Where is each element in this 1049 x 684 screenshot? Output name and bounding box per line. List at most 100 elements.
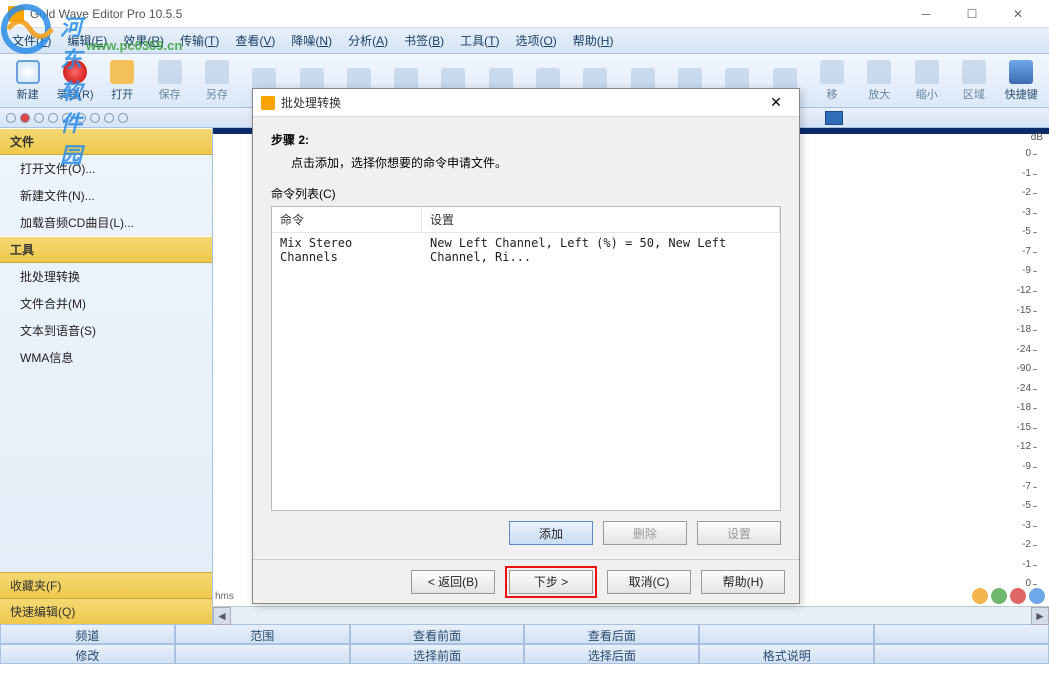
delete-button[interactable]: 删除 (603, 521, 687, 545)
sidebar-favorites[interactable]: 收藏夹(F) (0, 572, 212, 598)
command-list-label: 命令列表(C) (271, 185, 781, 202)
status-cell[interactable]: 范围 (175, 624, 350, 644)
sidebar-tool-item-2[interactable]: 文本到语音(S) (0, 317, 212, 344)
menu-t[interactable]: 传输(T) (172, 29, 227, 52)
transport-dot[interactable] (90, 113, 100, 123)
save-icon (158, 60, 182, 84)
menu-e[interactable]: 编辑(E) (59, 29, 115, 52)
new-icon (16, 60, 40, 84)
ruler-tick (1033, 330, 1037, 331)
command-list[interactable]: 命令 设置 Mix Stereo ChannelsNew Left Channe… (271, 206, 781, 511)
dialog-title: 批处理转换 (281, 94, 761, 111)
transport-dot[interactable] (20, 113, 30, 123)
zoomin-icon (867, 60, 891, 84)
menu-b[interactable]: 书签(B) (396, 29, 452, 52)
status-cell[interactable] (699, 624, 874, 644)
toolbar-zoomout-button[interactable]: 缩小 (903, 56, 950, 106)
status-cell[interactable]: 查看前面 (350, 624, 525, 644)
status-cell[interactable]: 选择后面 (524, 644, 699, 664)
close-button[interactable]: ✕ (995, 0, 1041, 28)
toolbar-zoomin-button[interactable]: 放大 (856, 56, 903, 106)
transport-dot[interactable] (62, 113, 72, 123)
sidebar-quickedit[interactable]: 快速编辑(Q) (0, 598, 212, 624)
toolbar-move-button[interactable]: 移 (808, 56, 855, 106)
menu-n[interactable]: 降噪(N) (283, 29, 340, 52)
next-highlight: 下步 > (505, 566, 597, 598)
status-cell[interactable] (874, 644, 1049, 664)
ruler-tick-label: -1 (1022, 168, 1031, 179)
toolbar-label: 另存 (206, 86, 228, 102)
transport-dot[interactable] (6, 113, 16, 123)
status-cell[interactable] (175, 644, 350, 664)
toolbar-open-button[interactable]: 打开 (99, 56, 146, 106)
zoom-fit-icon[interactable] (1010, 588, 1026, 604)
toolbar-saveas-button[interactable]: 另存 (193, 56, 240, 106)
zoom-in-icon[interactable] (972, 588, 988, 604)
settings-button[interactable]: 设置 (697, 521, 781, 545)
menu-v[interactable]: 查看(V) (227, 29, 283, 52)
ruler-tick (1033, 369, 1037, 370)
scroll-right-icon[interactable]: ► (1031, 607, 1049, 625)
status-cell[interactable]: 选择前面 (350, 644, 525, 664)
toolbar-label: 打开 (111, 86, 133, 102)
menu-r[interactable]: 效果(R) (115, 29, 172, 52)
ruler-tick-label: -3 (1022, 207, 1031, 218)
ruler-tick-label: -7 (1022, 246, 1031, 257)
dialog-titlebar: 批处理转换 ✕ (253, 89, 799, 117)
toolbar-region-button[interactable]: 区域 (950, 56, 997, 106)
ruler-tick (1033, 428, 1037, 429)
sidebar-files-header: 文件 (0, 128, 212, 155)
sidebar-file-item-0[interactable]: 打开文件(O)... (0, 155, 212, 182)
header-command[interactable]: 命令 (272, 207, 422, 232)
ruler-tick (1033, 389, 1037, 390)
maximize-button[interactable]: ☐ (949, 0, 995, 28)
transport-dot[interactable] (34, 113, 44, 123)
horizontal-scrollbar[interactable]: ◄ ► (213, 606, 1049, 624)
ruler-tick (1033, 487, 1037, 488)
sidebar-file-item-1[interactable]: 新建文件(N)... (0, 182, 212, 209)
help-button[interactable]: 帮助(H) (701, 570, 785, 594)
ruler-tick (1033, 252, 1037, 253)
menu-h[interactable]: 帮助(H) (565, 29, 622, 52)
ruler-tick-label: 0 (1025, 148, 1031, 159)
cancel-button[interactable]: 取消(C) (607, 570, 691, 594)
header-settings[interactable]: 设置 (422, 207, 780, 232)
menu-f[interactable]: 文件(F) (4, 29, 59, 52)
ruler-tick (1033, 565, 1037, 566)
sidebar-tool-item-0[interactable]: 批处理转换 (0, 263, 212, 290)
add-button[interactable]: 添加 (509, 521, 593, 545)
list-row[interactable]: Mix Stereo ChannelsNew Left Channel, Lef… (272, 233, 780, 267)
transport-dot[interactable] (48, 113, 58, 123)
ruler-tick (1033, 467, 1037, 468)
menu-t[interactable]: 工具(T) (452, 29, 507, 52)
status-cell[interactable]: 修改 (0, 644, 175, 664)
ruler-tick (1033, 213, 1037, 214)
status-cell[interactable]: 频道 (0, 624, 175, 644)
menu-o[interactable]: 选项(O) (507, 29, 564, 52)
ruler-tick (1033, 291, 1037, 292)
toolbar-hotkey-button[interactable]: 快捷键 (998, 56, 1045, 106)
next-button[interactable]: 下步 > (509, 570, 593, 594)
status-cell[interactable]: 查看后面 (524, 624, 699, 644)
zoom-out-icon[interactable] (991, 588, 1007, 604)
ruler-tick (1033, 408, 1037, 409)
zoom-sel-icon[interactable] (1029, 588, 1045, 604)
transport-dot[interactable] (104, 113, 114, 123)
toolbar-label: 移 (826, 86, 837, 102)
status-cell[interactable]: 格式说明 (699, 644, 874, 664)
transport-dot[interactable] (76, 113, 86, 123)
sidebar-file-item-2[interactable]: 加载音频CD曲目(L)... (0, 209, 212, 236)
toolbar-save-button[interactable]: 保存 (146, 56, 193, 106)
toolbar-new-button[interactable]: 新建 (4, 56, 51, 106)
scroll-left-icon[interactable]: ◄ (213, 607, 231, 625)
toolbar-record-button[interactable]: 录音(R) (51, 56, 98, 106)
status-cell[interactable] (874, 624, 1049, 644)
sidebar-tool-item-1[interactable]: 文件合并(M) (0, 290, 212, 317)
sidebar-tool-item-3[interactable]: WMA信息 (0, 344, 212, 371)
dialog-close-button[interactable]: ✕ (761, 94, 791, 111)
transport-dot[interactable] (118, 113, 128, 123)
menu-a[interactable]: 分析(A) (340, 29, 396, 52)
back-button[interactable]: < 返回(B) (411, 570, 495, 594)
sidebar-tools-header: 工具 (0, 236, 212, 263)
minimize-button[interactable]: ─ (903, 0, 949, 28)
